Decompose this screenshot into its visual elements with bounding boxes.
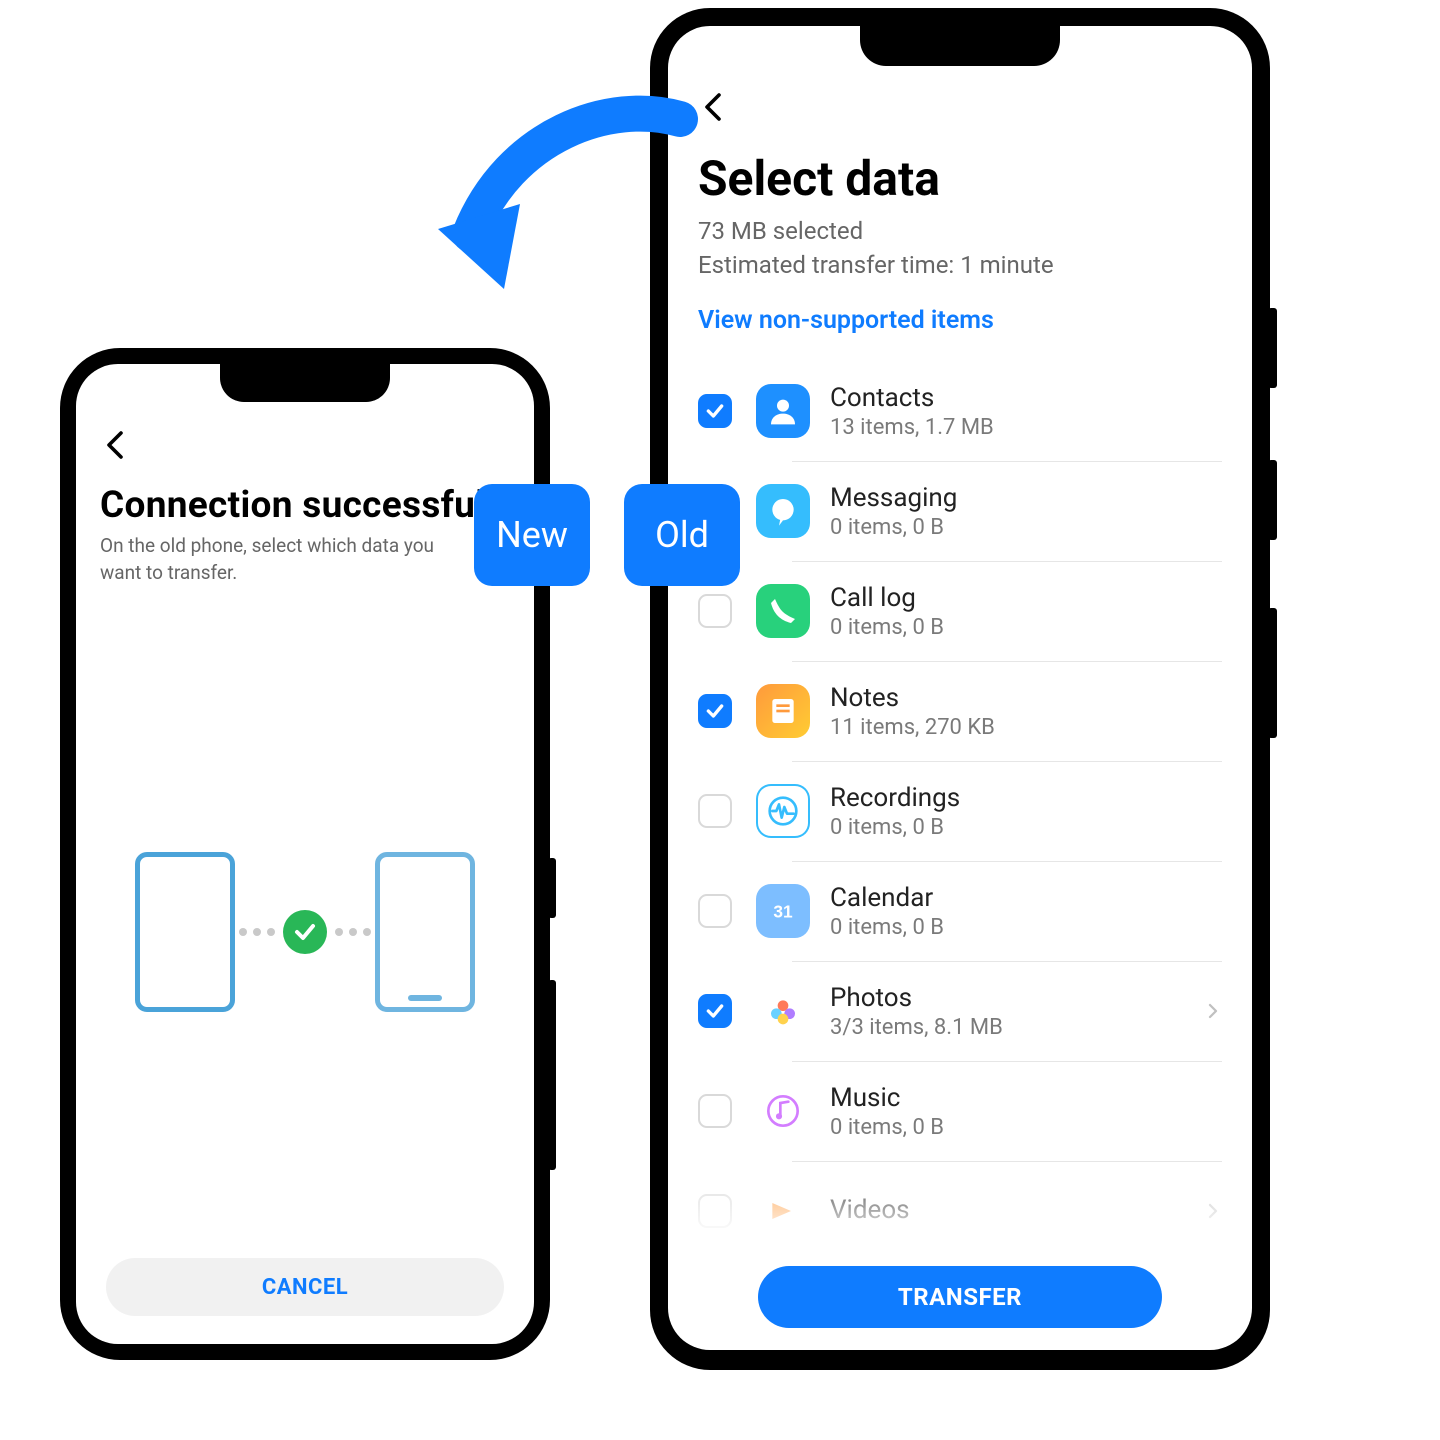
- side-button: [548, 858, 556, 918]
- item-subtitle: 13 items, 1.7 MB: [830, 415, 1222, 440]
- dots-icon: [239, 928, 275, 936]
- item-title: Calendar: [830, 883, 1222, 913]
- direction-arrow-icon: [430, 64, 720, 354]
- item-text: Messaging0 items, 0 B: [830, 483, 1222, 540]
- list-item[interactable]: Photos3/3 items, 8.1 MB: [668, 961, 1252, 1061]
- screen-new: Connection successful On the old phone, …: [76, 364, 534, 1344]
- item-subtitle: 0 items, 0 B: [830, 815, 1222, 840]
- list-item[interactable]: Messaging0 items, 0 B: [668, 461, 1252, 561]
- cancel-button[interactable]: CANCEL: [106, 1258, 504, 1316]
- item-text: Videos: [830, 1195, 1204, 1227]
- svg-text:31: 31: [773, 902, 793, 922]
- checkbox[interactable]: [698, 1094, 732, 1128]
- list-item[interactable]: 31 Calendar0 items, 0 B: [668, 861, 1252, 961]
- item-text: Music0 items, 0 B: [830, 1083, 1222, 1140]
- side-button: [1268, 460, 1277, 540]
- label-new: New: [474, 484, 590, 586]
- side-button: [1268, 308, 1277, 388]
- checkbox[interactable]: [698, 394, 732, 428]
- view-unsupported-link[interactable]: View non-supported items: [698, 306, 1222, 335]
- page-subtitle: On the old phone, select which data you …: [100, 533, 450, 586]
- checkbox[interactable]: [698, 794, 732, 828]
- stage: New Old Connection successful On the old…: [0, 0, 1440, 1440]
- item-text: Recordings0 items, 0 B: [830, 783, 1222, 840]
- item-subtitle: 11 items, 270 KB: [830, 715, 1222, 740]
- page-title: Select data: [698, 150, 1222, 207]
- screen-old: Select data 73 MB selected Estimated tra…: [668, 26, 1252, 1350]
- data-type-list[interactable]: Contacts13 items, 1.7 MBMessaging0 items…: [668, 361, 1252, 1350]
- contacts-icon: [756, 384, 810, 438]
- side-button: [1268, 608, 1277, 738]
- item-text: Photos3/3 items, 8.1 MB: [830, 983, 1204, 1040]
- checkbox[interactable]: [698, 594, 732, 628]
- mini-phone-right-icon: [375, 852, 475, 1012]
- item-title: Messaging: [830, 483, 1222, 513]
- list-item[interactable]: Contacts13 items, 1.7 MB: [668, 361, 1252, 461]
- list-item[interactable]: Videos: [668, 1161, 1252, 1261]
- item-text: Contacts13 items, 1.7 MB: [830, 383, 1222, 440]
- list-item[interactable]: Music0 items, 0 B: [668, 1061, 1252, 1161]
- item-subtitle: 0 items, 0 B: [830, 515, 1222, 540]
- item-subtitle: 0 items, 0 B: [830, 915, 1222, 940]
- checkbox[interactable]: [698, 994, 732, 1028]
- dots-icon: [335, 928, 371, 936]
- item-text: Call log0 items, 0 B: [830, 583, 1222, 640]
- checkbox[interactable]: [698, 694, 732, 728]
- chevron-right-icon: [1204, 1202, 1222, 1220]
- label-old: Old: [624, 484, 740, 586]
- checkbox[interactable]: [698, 1194, 732, 1228]
- item-title: Contacts: [830, 383, 1222, 413]
- list-item[interactable]: Recordings0 items, 0 B: [668, 761, 1252, 861]
- phone-old: Select data 73 MB selected Estimated tra…: [650, 8, 1270, 1370]
- side-button: [548, 980, 556, 1170]
- back-button[interactable]: [100, 420, 150, 470]
- item-title: Call log: [830, 583, 1222, 613]
- check-icon: [283, 910, 327, 954]
- item-title: Notes: [830, 683, 1222, 713]
- recordings-icon: [756, 784, 810, 838]
- item-text: Notes11 items, 270 KB: [830, 683, 1222, 740]
- transfer-button[interactable]: TRANSFER: [758, 1266, 1162, 1328]
- mini-phone-left-icon: [135, 852, 235, 1012]
- checkbox[interactable]: [698, 894, 732, 928]
- item-title: Videos: [830, 1195, 1204, 1225]
- chevron-right-icon: [1204, 1002, 1222, 1020]
- videos-icon: [756, 1184, 810, 1238]
- list-item[interactable]: Call log0 items, 0 B: [668, 561, 1252, 661]
- music-icon: [756, 1084, 810, 1138]
- item-text: Calendar0 items, 0 B: [830, 883, 1222, 940]
- connection-illustration: [100, 646, 510, 1218]
- messaging-icon: [756, 484, 810, 538]
- item-title: Recordings: [830, 783, 1222, 813]
- item-title: Music: [830, 1083, 1222, 1113]
- selected-size: 73 MB selected: [698, 215, 1222, 249]
- item-subtitle: 0 items, 0 B: [830, 1115, 1222, 1140]
- item-subtitle: 3/3 items, 8.1 MB: [830, 1015, 1204, 1040]
- calendar-icon: 31: [756, 884, 810, 938]
- calllog-icon: [756, 584, 810, 638]
- item-subtitle: 0 items, 0 B: [830, 615, 1222, 640]
- page-title: Connection successful: [100, 484, 510, 527]
- photos-icon: [756, 984, 810, 1038]
- list-item[interactable]: Notes11 items, 270 KB: [668, 661, 1252, 761]
- item-title: Photos: [830, 983, 1204, 1013]
- eta: Estimated transfer time: 1 minute: [698, 249, 1222, 283]
- notes-icon: [756, 684, 810, 738]
- notch: [220, 364, 390, 402]
- notch: [860, 26, 1060, 66]
